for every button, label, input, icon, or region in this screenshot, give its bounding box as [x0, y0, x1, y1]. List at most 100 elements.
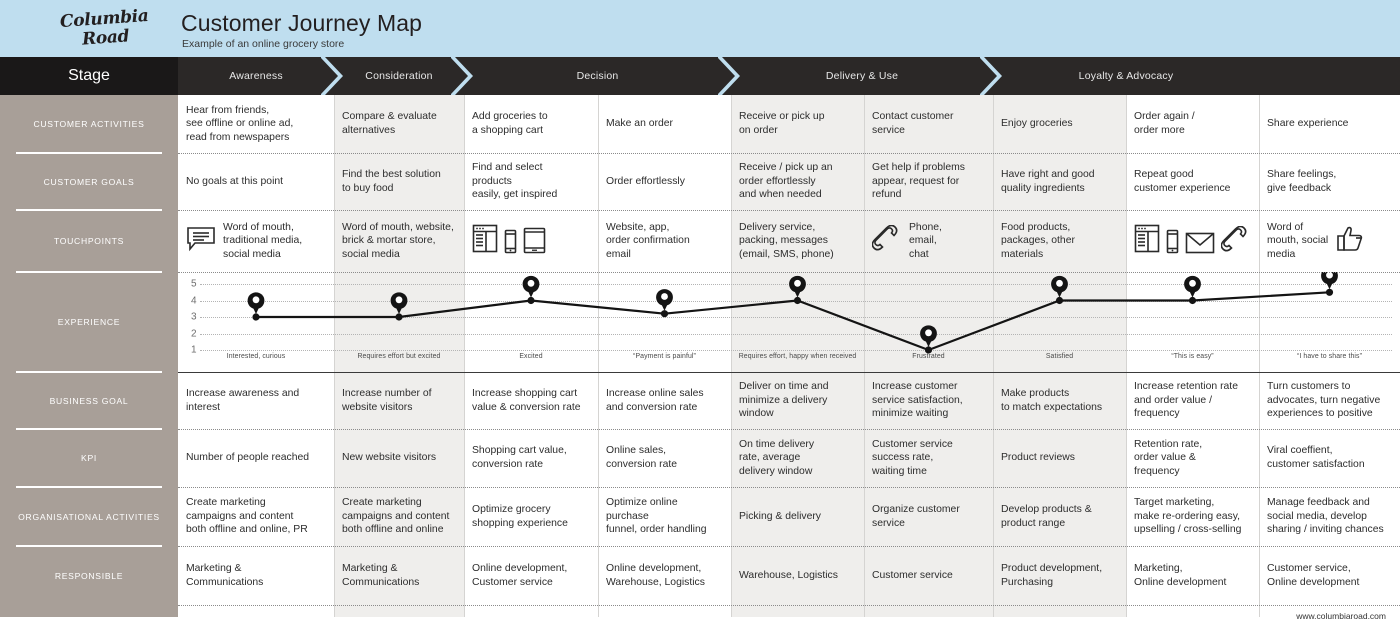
page-title: Customer Journey Map [181, 10, 423, 36]
touchpoint-text: Delivery service, packing, messages (ema… [739, 221, 834, 260]
sidebar-item-business-goal[interactable]: BUSINESS GOAL [0, 372, 178, 429]
cell-touchpoints-1: Word of mouth, traditional media, social… [178, 210, 334, 272]
cell-text: Picking & delivery [739, 510, 822, 522]
cell-text: Customer service [872, 569, 953, 581]
stage-delivery-use[interactable]: Delivery & Use [731, 57, 993, 95]
cell-responsible-2: Marketing & Communications [334, 546, 464, 605]
sidebar-item-customer-activities[interactable]: CUSTOMER ACTIVITIES [0, 95, 178, 153]
cell-text: Share feelings, give feedback [1267, 168, 1337, 194]
stage-bar: Stage Awareness Consideration Decision Deli… [0, 57, 1400, 95]
cell-text: Create marketing campaigns and content b… [186, 497, 308, 536]
columbia-road-logo: Columbia Road [49, 4, 162, 54]
cell-text: Have right and good quality ingredients [1001, 168, 1095, 194]
cell-text: Increase number of website visitors [342, 387, 432, 413]
sidebar-item-kpi[interactable]: KPI [0, 429, 178, 487]
cell-text: Develop products & product range [1001, 503, 1092, 529]
cell-organisational-activities-2: Create marketing campaigns and content b… [334, 487, 464, 546]
stage-consideration[interactable]: Consideration [334, 57, 464, 95]
cell-text: Increase online sales and conversion rat… [606, 387, 704, 413]
cell-text: No goals at this point [186, 175, 284, 187]
cell-responsible-8: Marketing, Online development [1126, 546, 1259, 605]
speech-bubble-icon [186, 226, 216, 257]
stage-label: Delivery & Use [825, 70, 899, 82]
cell-responsible-4: Online development, Warehouse, Logistics [598, 546, 731, 605]
thumbs-up-icon [1335, 226, 1365, 257]
cell-text: Find and select products easily, get ins… [472, 162, 558, 201]
cell-customer-activities-8: Order again / order more [1126, 95, 1259, 153]
cell-kpi-8: Retention rate, order value & frequency [1126, 429, 1259, 487]
sidebar-item-responsible[interactable]: RESPONSIBLE [0, 546, 178, 605]
cell-customer-activities-5: Receive or pick up on order [731, 95, 864, 153]
row-divider [178, 605, 1400, 606]
cell-kpi-3: Shopping cart value, conversion rate [464, 429, 598, 487]
touchpoint-icons [1335, 226, 1365, 257]
cell-business-goal-2: Increase number of website visitors [334, 372, 464, 429]
cell-text: Deliver on time and minimize a delivery … [739, 381, 829, 420]
cell-text: Order effortlessly [606, 175, 685, 187]
cell-responsible-7: Product development, Purchasing [993, 546, 1126, 605]
cell-text: Increase shopping cart value & conversio… [472, 387, 581, 413]
browser-window-icon [1134, 224, 1160, 259]
tablet-icon [523, 227, 546, 259]
stage-awareness[interactable]: Awareness [178, 57, 334, 95]
footer-url: www.columbiaroad.com [1296, 611, 1386, 621]
cell-kpi-1: Number of people reached [178, 429, 334, 487]
cell-touchpoints-5: Delivery service, packing, messages (ema… [731, 210, 864, 272]
cell-text: Online sales, conversion rate [606, 445, 678, 470]
sidebar-item-label: KPI [81, 453, 97, 463]
cell-text: Optimize grocery shopping experience [472, 503, 568, 529]
smartphone-icon [504, 229, 517, 259]
cell-customer-goals-3: Find and select products easily, get ins… [464, 153, 598, 210]
touchpoint-text: Phone, email, chat [909, 221, 942, 260]
browser-window-icon [472, 224, 498, 259]
experience-chart: 5 4 3 2 1 Interested, curious Requires effort … [178, 272, 1400, 372]
page-subtitle: Example of an online grocery store [182, 38, 345, 50]
chart-point-label-9: “I have to share this” [1296, 353, 1362, 360]
cell-customer-activities-6: Contact customer service [864, 95, 993, 153]
cell-text: Share experience [1267, 118, 1349, 130]
cell-text: Customer service success rate, waiting t… [872, 438, 953, 477]
cell-organisational-activities-3: Optimize grocery shopping experience [464, 487, 598, 546]
stage-label: Decision [576, 70, 619, 82]
touchpoint-text: Food products, packages, other materials [1001, 221, 1075, 260]
cell-text: Shopping cart value, conversion rate [472, 445, 567, 470]
chart-point-label-3: Excited [519, 353, 543, 360]
row-divider [178, 487, 1400, 488]
stage-label: Loyalty & Advocacy [1078, 70, 1174, 82]
cell-touchpoints-3 [464, 210, 598, 272]
cell-business-goal-4: Increase online sales and conversion rat… [598, 372, 731, 429]
cell-touchpoints-9: Word of mouth, social media [1259, 210, 1400, 272]
cell-customer-goals-6: Get help if problems appear, request for… [864, 153, 993, 210]
touchpoint-text: Website, app, order confirmation email [606, 221, 690, 260]
cell-customer-activities-1: Hear from friends, see offline or online… [178, 95, 334, 153]
cell-text: Number of people reached [186, 452, 310, 464]
cell-organisational-activities-9: Manage feedback and social media, develo… [1259, 487, 1400, 546]
chart-point-label-4: “Payment is painful” [633, 353, 696, 360]
stage-label: Awareness [229, 70, 283, 82]
cell-text: Get help if problems appear, request for… [872, 162, 965, 201]
touchpoint-icons [186, 226, 216, 257]
cell-text: Make an order [606, 118, 673, 130]
sidebar-item-touchpoints[interactable]: TOUCHPOINTS [0, 210, 178, 272]
stage-label: Consideration [365, 70, 433, 82]
sidebar-item-experience[interactable]: EXPERIENCE [0, 272, 178, 372]
cell-text: Target marketing, make re-ordering easy,… [1134, 497, 1242, 536]
cell-text: Order again / order more [1134, 111, 1195, 136]
cell-organisational-activities-6: Organize customer service [864, 487, 993, 546]
journey-grid: Hear from friends, see offline or online… [178, 95, 1400, 617]
envelope-icon [1185, 232, 1215, 259]
cell-business-goal-1: Increase awareness and interest [178, 372, 334, 429]
touchpoint-icons [1134, 224, 1251, 259]
cell-touchpoints-4: Website, app, order confirmation email [598, 210, 731, 272]
stage-loyalty-advocacy[interactable]: Loyalty & Advocacy [993, 57, 1259, 95]
stage-decision[interactable]: Decision [464, 57, 731, 95]
cell-kpi-9: Viral coeffient, customer satisfaction [1259, 429, 1400, 487]
cell-text: Manage feedback and social media, develo… [1267, 497, 1384, 536]
sidebar-item-organisational-activities[interactable]: ORGANISATIONAL ACTIVITIES [0, 487, 178, 546]
cell-text: Organize customer service [872, 503, 960, 529]
sidebar-item-customer-goals[interactable]: CUSTOMER GOALS [0, 153, 178, 210]
chart-point-label-8: “This is easy” [1171, 353, 1214, 360]
cell-text: Warehouse, Logistics [739, 569, 838, 581]
cell-text: Online development, Customer service [472, 562, 568, 588]
cell-touchpoints-6: Phone, email, chat [864, 210, 993, 272]
